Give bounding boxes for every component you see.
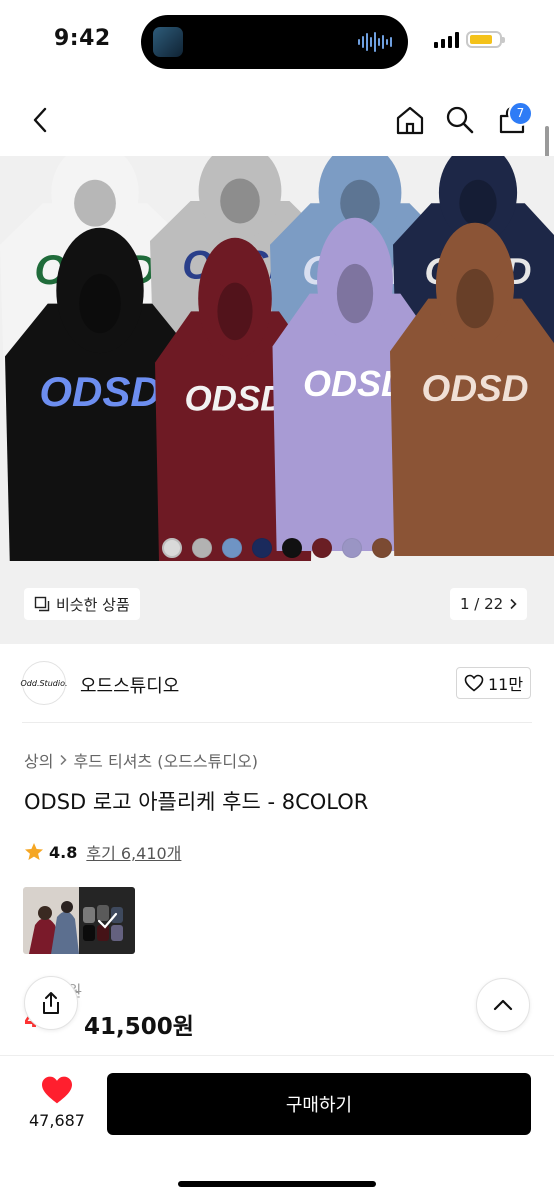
review-photo-thumbnails[interactable] [23, 887, 135, 954]
brand-like-button[interactable]: 11만 [456, 667, 531, 699]
home-button[interactable] [390, 100, 430, 140]
reviews-link[interactable]: 후기 6,410개 [86, 840, 181, 864]
share-button[interactable] [24, 976, 78, 1030]
wishlist-count: 47,687 [29, 1111, 85, 1130]
dynamic-island [141, 15, 408, 69]
copy-icon [34, 596, 50, 612]
breadcrumb-category[interactable]: 상의 [24, 748, 53, 772]
rating-row: 4.8 후기 6,410개 [24, 840, 181, 864]
status-time: 9:42 [54, 26, 111, 51]
image-pagination-button[interactable]: 1 / 22 [450, 588, 528, 620]
hoodie-print-text: ODSD [422, 368, 529, 409]
rating-value: 4.8 [49, 842, 78, 862]
search-icon [446, 106, 474, 134]
wishlist-button[interactable]: 47,687 [22, 1075, 92, 1130]
product-title: ODSD 로고 아플리케 후드 - 8COLOR [24, 790, 369, 814]
color-swatch[interactable] [282, 538, 302, 558]
hoodie-print-text: ODSD [184, 380, 285, 419]
now-playing-artwork [153, 27, 183, 57]
sale-price: 41,500원 [84, 1014, 194, 1040]
star-icon [25, 843, 43, 860]
cart-count-badge: 7 [508, 101, 533, 126]
home-icon [396, 106, 424, 135]
color-swatch-row [0, 538, 554, 558]
color-swatch[interactable] [252, 538, 272, 558]
color-swatch[interactable] [222, 538, 242, 558]
heart-filled-icon [42, 1076, 72, 1104]
hoodies-photo: ODSDODSDODSDODSDODSDODSDODSDODSD [0, 156, 554, 561]
home-indicator[interactable] [178, 1181, 376, 1187]
back-button[interactable] [20, 100, 60, 140]
cellular-signal-icon [434, 32, 459, 48]
image-pagination-text: 1 / 22 [460, 595, 504, 613]
color-swatch[interactable] [162, 538, 182, 558]
brand-like-count: 11만 [487, 675, 524, 694]
color-swatch[interactable] [372, 538, 392, 558]
divider [22, 722, 532, 723]
brand-logo[interactable]: Odd.Studio. [20, 661, 68, 705]
color-swatch[interactable] [312, 538, 332, 558]
buy-button[interactable]: 구매하기 [107, 1073, 531, 1135]
breadcrumb: 상의 후드 티셔츠 (오드스튜디오) [24, 748, 258, 772]
chevron-right-icon [510, 598, 517, 610]
scroll-to-top-button[interactable] [476, 978, 530, 1032]
chevron-left-icon [33, 107, 47, 133]
heart-outline-icon [464, 674, 484, 692]
breadcrumb-subcategory[interactable]: 후드 티셔츠 (오드스튜디오) [73, 748, 258, 772]
share-icon [43, 992, 59, 1014]
brand-name[interactable]: 오드스튜디오 [80, 672, 179, 698]
hoodie-print-text: ODSD [39, 368, 160, 415]
review-photos [23, 887, 135, 954]
color-swatch[interactable] [192, 538, 212, 558]
search-button[interactable] [440, 100, 480, 140]
audio-waveform-icon [358, 31, 392, 53]
chevron-up-icon [493, 999, 513, 1011]
color-swatch[interactable] [342, 538, 362, 558]
battery-icon [466, 31, 505, 48]
chevron-right-icon [60, 754, 68, 766]
similar-products-button[interactable]: 비슷한 상품 [24, 588, 140, 620]
product-image-carousel[interactable]: ODSDODSDODSDODSDODSDODSDODSDODSD [0, 156, 554, 644]
similar-products-label: 비슷한 상품 [56, 595, 130, 614]
